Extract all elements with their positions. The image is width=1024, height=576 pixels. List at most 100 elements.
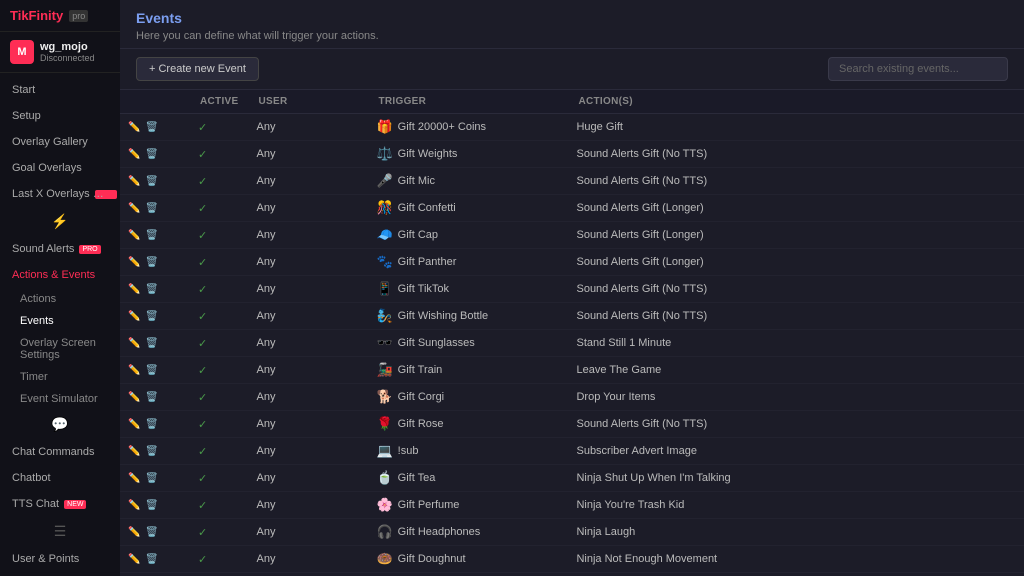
- trigger-emoji: 🐕: [376, 389, 392, 405]
- sidebar-item-last-x-overlays[interactable]: Last X Overlays NEW: [0, 181, 120, 207]
- delete-icon[interactable]: 🗑️: [145, 473, 157, 484]
- row-user: Any: [248, 168, 368, 195]
- edit-icon[interactable]: ✏️: [128, 284, 140, 295]
- row-action: Stand Still 1 Minute: [568, 330, 1024, 357]
- sidebar-item-overlay-gallery[interactable]: Overlay Gallery: [0, 129, 120, 155]
- edit-icon[interactable]: ✏️: [128, 500, 140, 511]
- sidebar-sub-actions[interactable]: Actions: [0, 288, 120, 310]
- edit-icon[interactable]: ✏️: [128, 419, 140, 430]
- edit-icon[interactable]: ✏️: [128, 230, 140, 241]
- search-input[interactable]: [828, 57, 1008, 81]
- edit-icon[interactable]: ✏️: [128, 446, 140, 457]
- row-trigger: 🍵 Gift Tea: [368, 465, 568, 492]
- row-trigger: 🚂 Gift Train: [368, 357, 568, 384]
- edit-icon[interactable]: ✏️: [128, 338, 140, 349]
- sidebar-item-sound-alerts[interactable]: Sound Alerts PRO: [0, 236, 120, 262]
- edit-icon[interactable]: ✏️: [128, 365, 140, 376]
- delete-icon[interactable]: 🗑️: [145, 365, 157, 376]
- delete-icon[interactable]: 🗑️: [145, 149, 157, 160]
- row-active: ✓: [190, 573, 248, 576]
- edit-icon[interactable]: ✏️: [128, 257, 140, 268]
- sidebar-item-tts-chat[interactable]: TTS Chat NEW: [0, 491, 120, 517]
- sidebar-item-chatbot[interactable]: Chatbot: [0, 465, 120, 491]
- edit-icon[interactable]: ✏️: [128, 527, 140, 538]
- active-check[interactable]: ✓: [198, 446, 207, 458]
- delete-icon[interactable]: 🗑️: [145, 257, 157, 268]
- edit-icon[interactable]: ✏️: [128, 473, 140, 484]
- active-check[interactable]: ✓: [198, 419, 207, 431]
- sidebar-item-actions-events[interactable]: Actions & Events: [0, 262, 120, 288]
- table-row: ✏️ 🗑️ ✓ Any Subscriber 🔔 Join Subscriber…: [120, 573, 1024, 576]
- row-active: ✓: [190, 357, 248, 384]
- sidebar-item-goal-overlays[interactable]: Goal Overlays: [0, 155, 120, 181]
- delete-icon[interactable]: 🗑️: [145, 230, 157, 241]
- active-check[interactable]: ✓: [198, 149, 207, 161]
- active-check[interactable]: ✓: [198, 122, 207, 134]
- delete-icon[interactable]: 🗑️: [145, 446, 157, 457]
- sidebar-item-start[interactable]: Start: [0, 77, 120, 103]
- row-user: Any: [248, 330, 368, 357]
- trigger-label: !sub: [398, 445, 419, 457]
- table-row: ✏️ 🗑️ ✓ Any 🌹 Gift Rose Sound Alerts Gif…: [120, 411, 1024, 438]
- edit-icon[interactable]: ✏️: [128, 554, 140, 565]
- trigger-emoji: 🎧: [376, 524, 392, 540]
- active-check[interactable]: ✓: [198, 473, 207, 485]
- edit-icon[interactable]: ✏️: [128, 176, 140, 187]
- row-controls: ✏️ 🗑️: [120, 195, 190, 222]
- active-check[interactable]: ✓: [198, 365, 207, 377]
- row-action: Ninja Not Enough Movement: [568, 546, 1024, 573]
- delete-icon[interactable]: 🗑️: [145, 284, 157, 295]
- edit-icon[interactable]: ✏️: [128, 392, 140, 403]
- edit-icon[interactable]: ✏️: [128, 122, 140, 133]
- active-check[interactable]: ✓: [198, 500, 207, 512]
- active-check[interactable]: ✓: [198, 257, 207, 269]
- divider-2: 💬: [0, 410, 120, 439]
- delete-icon[interactable]: 🗑️: [145, 176, 157, 187]
- active-check[interactable]: ✓: [198, 203, 207, 215]
- trigger-emoji: 🎁: [376, 119, 392, 135]
- delete-icon[interactable]: 🗑️: [145, 338, 157, 349]
- active-check[interactable]: ✓: [198, 392, 207, 404]
- active-check[interactable]: ✓: [198, 284, 207, 296]
- edit-icon[interactable]: ✏️: [128, 203, 140, 214]
- delete-icon[interactable]: 🗑️: [145, 527, 157, 538]
- avatar: M: [10, 40, 34, 64]
- active-check[interactable]: ✓: [198, 554, 207, 566]
- edit-icon[interactable]: ✏️: [128, 311, 140, 322]
- sidebar-sub-event-simulator[interactable]: Event Simulator: [0, 388, 120, 410]
- sidebar-sub-timer[interactable]: Timer: [0, 366, 120, 388]
- table-row: ✏️ 🗑️ ✓ Any 🧞 Gift Wishing Bottle Sound …: [120, 303, 1024, 330]
- row-action: Leave The Game: [568, 357, 1024, 384]
- trigger-label: Gift Confetti: [398, 202, 456, 214]
- table-row: ✏️ 🗑️ ✓ Any 🍵 Gift Tea Ninja Shut Up Whe…: [120, 465, 1024, 492]
- row-active: ✓: [190, 249, 248, 276]
- active-check[interactable]: ✓: [198, 176, 207, 188]
- delete-icon[interactable]: 🗑️: [145, 122, 157, 133]
- delete-icon[interactable]: 🗑️: [145, 554, 157, 565]
- delete-icon[interactable]: 🗑️: [145, 311, 157, 322]
- delete-icon[interactable]: 🗑️: [145, 392, 157, 403]
- sidebar-sub-events[interactable]: Events: [0, 310, 120, 332]
- row-controls: ✏️ 🗑️: [120, 276, 190, 303]
- sidebar-item-chat-commands[interactable]: Chat Commands: [0, 439, 120, 465]
- create-event-button[interactable]: + Create new Event: [136, 57, 259, 81]
- row-user: Any Subscriber: [248, 573, 368, 576]
- delete-icon[interactable]: 🗑️: [145, 203, 157, 214]
- row-user: Any: [248, 546, 368, 573]
- edit-icon[interactable]: ✏️: [128, 149, 140, 160]
- user-info: M wg_mojo Disconnected: [0, 32, 120, 73]
- sidebar-item-setup[interactable]: Setup: [0, 103, 120, 129]
- delete-icon[interactable]: 🗑️: [145, 500, 157, 511]
- active-check[interactable]: ✓: [198, 311, 207, 323]
- table-row: ✏️ 🗑️ ✓ Any 🧢 Gift Cap Sound Alerts Gift…: [120, 222, 1024, 249]
- active-check[interactable]: ✓: [198, 527, 207, 539]
- active-check[interactable]: ✓: [198, 338, 207, 350]
- row-active: ✓: [190, 438, 248, 465]
- list-icon: ☰: [54, 523, 67, 540]
- trigger-emoji: 🎊: [376, 200, 392, 216]
- sidebar-sub-overlay-screen[interactable]: Overlay Screen Settings: [0, 332, 120, 366]
- toolbar: + Create new Event: [120, 49, 1024, 90]
- active-check[interactable]: ✓: [198, 230, 207, 242]
- sidebar-item-user-points[interactable]: User & Points: [0, 546, 120, 572]
- delete-icon[interactable]: 🗑️: [145, 419, 157, 430]
